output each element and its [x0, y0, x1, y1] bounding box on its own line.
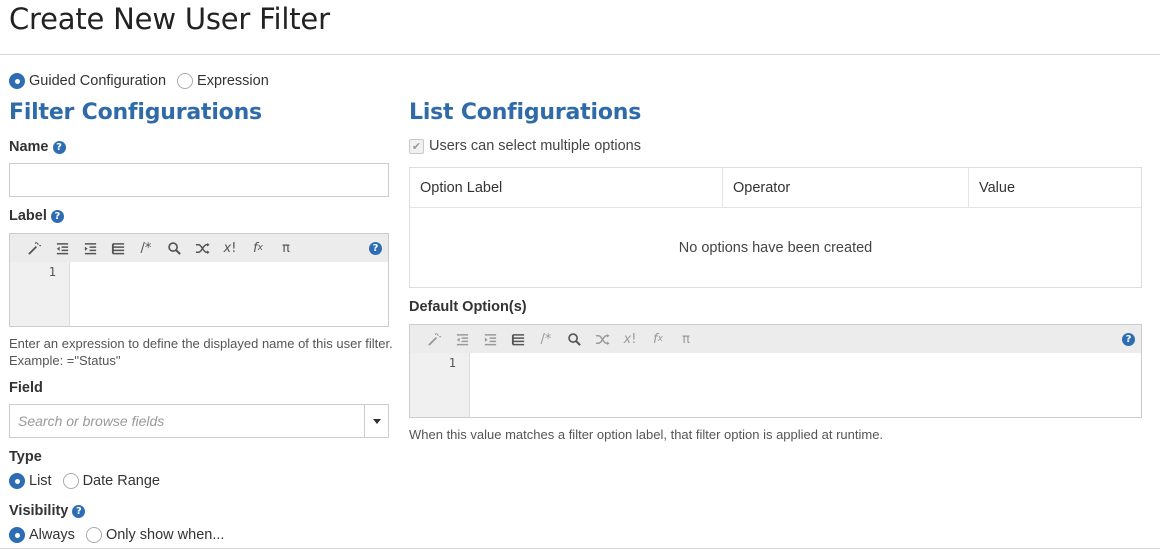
type-date-range-option[interactable]: Date Range: [62, 473, 160, 489]
label-editor-help-icon[interactable]: ?: [369, 242, 382, 255]
type-radio-group: List Date Range: [9, 473, 171, 489]
column-header-value[interactable]: Value: [969, 168, 1141, 207]
mode-radio-group: Guided Configuration Expression: [9, 73, 280, 89]
comment-icon[interactable]: /*: [532, 329, 560, 349]
shuffle-icon[interactable]: [588, 329, 616, 349]
name-label-text: Name: [9, 139, 49, 155]
pi-icon[interactable]: π: [272, 238, 300, 258]
function-icon[interactable]: fx: [644, 329, 672, 349]
name-field-label: Name ?: [9, 139, 66, 155]
list-configurations-heading: List Configurations: [409, 100, 642, 125]
type-list-option[interactable]: List: [9, 473, 52, 489]
field-select[interactable]: Search or browse fields: [9, 404, 389, 438]
label-hint-text: Enter an expression to define the displa…: [9, 336, 393, 368]
type-label: Type: [9, 449, 42, 465]
type-list-radio[interactable]: [9, 473, 25, 489]
filter-configurations-heading: Filter Configurations: [9, 100, 262, 125]
chevron-down-icon[interactable]: [364, 405, 388, 437]
default-hint-text: When this value matches a filter option …: [409, 427, 884, 442]
name-help-icon[interactable]: ?: [52, 140, 66, 154]
visibility-conditional-radio[interactable]: [85, 527, 102, 543]
type-date-range-radio[interactable]: [62, 473, 79, 489]
default-editor-gutter: 1: [410, 353, 470, 417]
magic-wand-icon[interactable]: [420, 329, 448, 349]
indent-icon[interactable]: [76, 238, 104, 258]
multi-select-checkbox[interactable]: ✔: [409, 138, 424, 154]
visibility-always-radio[interactable]: [9, 527, 25, 543]
title-divider: [0, 54, 1160, 55]
mode-guided-label: Guided Configuration: [29, 73, 167, 89]
mode-expression-option[interactable]: Expression: [177, 73, 269, 89]
mode-guided-radio[interactable]: [9, 73, 25, 89]
default-editor-help-icon[interactable]: ?: [1122, 333, 1135, 346]
outdent-icon[interactable]: [48, 238, 76, 258]
visibility-field-label: Visibility ?: [9, 503, 86, 519]
field-search-input[interactable]: Search or browse fields: [10, 413, 364, 429]
options-empty-message: No options have been created: [678, 239, 873, 256]
type-list-label: List: [29, 473, 52, 489]
visibility-radio-group: Always Only show when...: [9, 527, 235, 543]
mode-expression-radio[interactable]: [177, 73, 194, 89]
search-icon[interactable]: [560, 329, 588, 349]
function-icon[interactable]: fx: [244, 238, 272, 258]
line-number: 1: [48, 265, 56, 279]
label-editor-body[interactable]: 1: [10, 262, 388, 326]
visibility-always-label: Always: [29, 527, 75, 543]
visibility-help-icon[interactable]: ?: [72, 504, 86, 518]
page-title: Create New User Filter: [9, 2, 330, 36]
multi-select-label: Users can select multiple options: [429, 138, 641, 154]
label-field-label: Label ?: [9, 208, 64, 224]
label-expression-editor[interactable]: /* x! fx π ? 1: [9, 233, 389, 327]
options-table-header: Option Label Operator Value: [410, 168, 1141, 208]
visibility-always-option[interactable]: Always: [9, 527, 75, 543]
type-date-range-label: Date Range: [82, 473, 160, 489]
visibility-conditional-option[interactable]: Only show when...: [85, 527, 225, 543]
column-header-option-label[interactable]: Option Label: [410, 168, 723, 207]
factorial-icon[interactable]: x!: [616, 329, 644, 349]
comment-icon[interactable]: /*: [132, 238, 160, 258]
default-options-editor[interactable]: /* x! fx π ? 1: [409, 324, 1142, 418]
bottom-divider: [0, 548, 1160, 549]
list-icon[interactable]: [104, 238, 132, 258]
factorial-icon[interactable]: x!: [216, 238, 244, 258]
line-number: 1: [448, 356, 456, 370]
label-label-text: Label: [9, 208, 47, 224]
label-help-icon[interactable]: ?: [50, 209, 64, 223]
default-options-label: Default Option(s): [409, 299, 527, 315]
shuffle-icon[interactable]: [188, 238, 216, 258]
visibility-label-text: Visibility: [9, 503, 69, 519]
default-editor-body[interactable]: 1: [410, 353, 1141, 417]
pi-icon[interactable]: π: [672, 329, 700, 349]
default-editor-toolbar: /* x! fx π ?: [410, 325, 1141, 353]
visibility-conditional-label: Only show when...: [105, 527, 225, 543]
mode-guided-option[interactable]: Guided Configuration: [9, 73, 166, 89]
list-icon[interactable]: [504, 329, 532, 349]
label-editor-toolbar: /* x! fx π ?: [10, 234, 388, 262]
outdent-icon[interactable]: [448, 329, 476, 349]
magic-wand-icon[interactable]: [20, 238, 48, 258]
search-icon[interactable]: [160, 238, 188, 258]
indent-icon[interactable]: [476, 329, 504, 349]
name-input[interactable]: [9, 163, 389, 197]
column-header-operator[interactable]: Operator: [723, 168, 969, 207]
mode-expression-label: Expression: [197, 73, 269, 89]
options-table: Option Label Operator Value No options h…: [409, 167, 1142, 288]
multi-select-option[interactable]: ✔ Users can select multiple options: [409, 138, 641, 154]
label-editor-gutter: 1: [10, 262, 70, 326]
field-label: Field: [9, 380, 43, 396]
